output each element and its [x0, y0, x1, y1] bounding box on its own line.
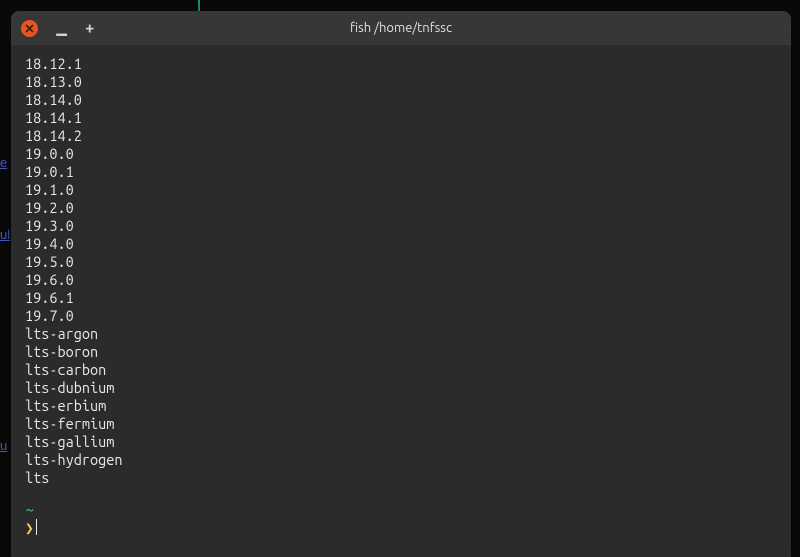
- output-line: lts-fermium: [25, 415, 777, 433]
- titlebar[interactable]: _ + fish /home/tnfssc: [11, 11, 791, 45]
- output-line: 19.4.0: [25, 235, 777, 253]
- output-line: 18.14.1: [25, 109, 777, 127]
- output-line: 19.0.1: [25, 163, 777, 181]
- output-line: lts-argon: [25, 325, 777, 343]
- window-title: fish /home/tnfssc: [11, 21, 791, 35]
- cursor: [36, 519, 38, 535]
- output-line: lts-hydrogen: [25, 451, 777, 469]
- output-line: 19.6.0: [25, 271, 777, 289]
- output-line: 19.7.0: [25, 307, 777, 325]
- close-button[interactable]: [21, 20, 38, 37]
- output-line: 19.3.0: [25, 217, 777, 235]
- terminal-body[interactable]: 18.12.118.13.018.14.018.14.118.14.219.0.…: [11, 45, 791, 557]
- minimize-button[interactable]: _: [56, 15, 67, 41]
- output-line: lts-gallium: [25, 433, 777, 451]
- prompt-symbol: ❯: [25, 519, 34, 536]
- background-link-fragment: e: [0, 155, 7, 170]
- prompt-cwd: ~: [25, 501, 33, 518]
- output-line: lts-carbon: [25, 361, 777, 379]
- close-icon: [25, 24, 34, 33]
- window-controls: _ +: [21, 15, 94, 41]
- output-line: 18.12.1: [25, 55, 777, 73]
- terminal-output: 18.12.118.13.018.14.018.14.118.14.219.0.…: [25, 55, 777, 487]
- output-line: 19.1.0: [25, 181, 777, 199]
- output-line: lts-boron: [25, 343, 777, 361]
- output-line: lts-dubnium: [25, 379, 777, 397]
- output-line: 19.2.0: [25, 199, 777, 217]
- new-tab-button[interactable]: +: [85, 20, 94, 36]
- prompt: ~ ❯: [25, 501, 777, 537]
- background-link-fragment: ul: [0, 227, 10, 242]
- output-line: 19.6.1: [25, 289, 777, 307]
- terminal-window: _ + fish /home/tnfssc 18.12.118.13.018.1…: [11, 11, 791, 557]
- output-line: lts: [25, 469, 777, 487]
- output-line: lts-erbium: [25, 397, 777, 415]
- output-line: 18.14.0: [25, 91, 777, 109]
- background-link-fragment: u: [0, 438, 7, 453]
- output-line: 18.13.0: [25, 73, 777, 91]
- output-line: 19.5.0: [25, 253, 777, 271]
- output-line: 18.14.2: [25, 127, 777, 145]
- output-line: 19.0.0: [25, 145, 777, 163]
